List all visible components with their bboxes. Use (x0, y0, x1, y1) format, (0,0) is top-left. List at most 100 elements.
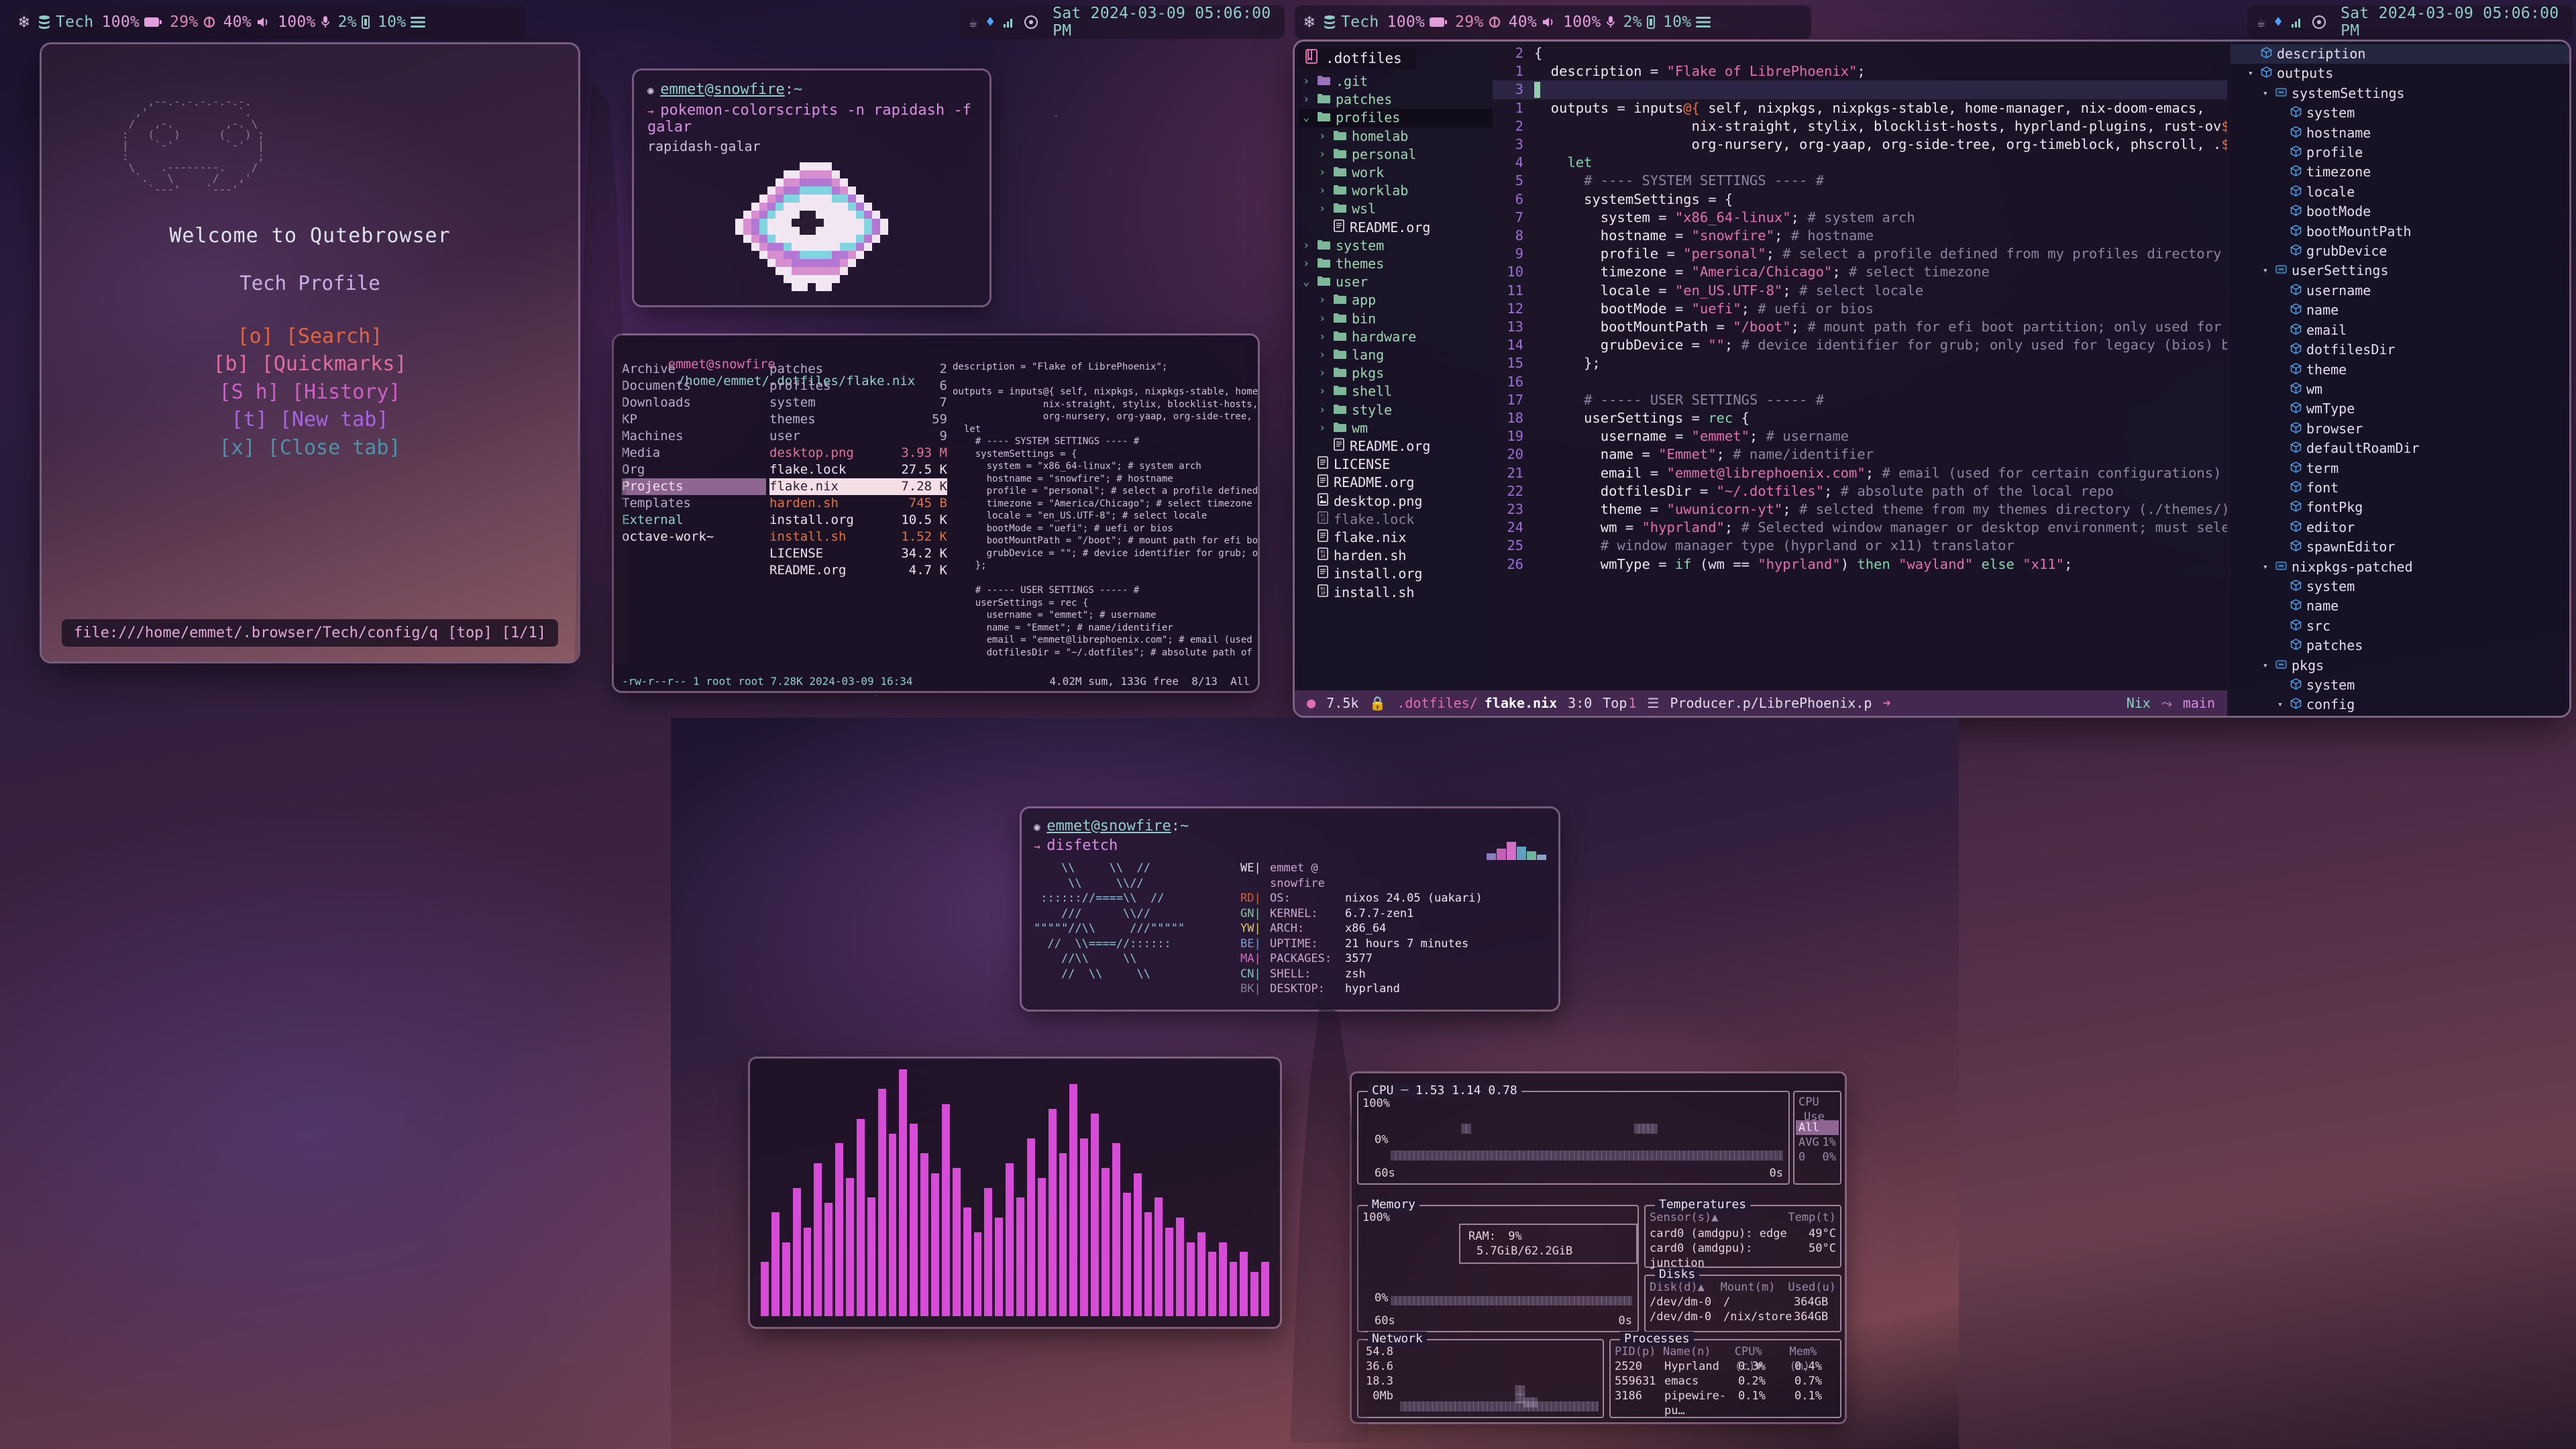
outline-item-system[interactable]: system (2231, 676, 2569, 695)
chevron-right-icon[interactable]: › (1319, 200, 1328, 218)
btop-process-row[interactable]: 2520 Hyprland 0.3% 0.4% (1615, 1359, 1836, 1374)
outline-item-bootMode[interactable]: bootMode (2231, 202, 2569, 221)
editor-outline-sidebar[interactable]: description ▾ outputs ▾ systemSettings system… (2231, 44, 2569, 715)
statusbar-left-monitor2[interactable]: ❄ Tech 100% 29% 40% 100% 2% 10% (1295, 5, 1811, 39)
tree-item-bin[interactable]: › bin (1299, 310, 1493, 328)
code-line[interactable]: 12 bootMode = "uefi"; # uefi or bios (1493, 300, 2227, 318)
code-line[interactable]: 10 timezone = "America/Chicago"; # selec… (1493, 263, 2227, 281)
ranger-file-row[interactable]: install.sh 1.52 K (769, 529, 947, 545)
code-lines[interactable]: 2{1 description = "Flake of LibrePhoenix… (1493, 44, 2227, 574)
ranger-file-row[interactable]: flake.lock 27.5 K (769, 462, 947, 478)
disk-indicator-2[interactable]: 10% (1663, 13, 1711, 31)
workspace-indicator-2[interactable]: Tech (1323, 13, 1379, 31)
outline-item-browser[interactable]: browser (2231, 419, 2569, 439)
tree-item-style[interactable]: › style (1299, 401, 1493, 419)
ranger-parent-item[interactable]: Templates (622, 495, 766, 512)
ranger-file-row[interactable]: user 9 (769, 428, 947, 445)
chevron-right-icon[interactable]: › (1319, 310, 1328, 328)
chevron-right-icon[interactable]: › (1303, 237, 1312, 255)
chevron-right-icon[interactable]: › (1319, 401, 1328, 419)
ranger-file-row[interactable]: system 7 (769, 394, 947, 411)
outline-item-term[interactable]: term (2231, 459, 2569, 478)
code-line[interactable]: 13 bootMountPath = "/boot"; # mount path… (1493, 318, 2227, 336)
btop-processes-box[interactable]: Processes PID(p) Name(n) CPU%(c)▼ Mem%(m… (1609, 1332, 1841, 1418)
mug-off-icon[interactable]: ☕ (969, 14, 978, 31)
ranger-parent-item[interactable]: Downloads (622, 394, 766, 411)
qute-link-row[interactable]: [t] [New tab] (42, 406, 578, 433)
tree-item-worklab[interactable]: › worklab (1299, 182, 1493, 200)
outline-item-config[interactable]: ▾ config (2231, 695, 2569, 714)
outline-item-patches[interactable]: patches (2231, 636, 2569, 655)
chevron-right-icon[interactable]: › (1319, 146, 1328, 164)
tree-item-README-org[interactable]: README.org (1299, 437, 1493, 455)
btop-cpu-box[interactable]: CPU ─ 1.53 1.14 0.78 100% 0% ▒▒▒▒▒▒▒▒▒▒▒… (1357, 1083, 1790, 1185)
tree-item-shell[interactable]: › shell (1299, 382, 1493, 400)
code-line[interactable]: 23 theme = "uwunicorn-yt"; # selcted the… (1493, 500, 2227, 519)
volume-indicator[interactable]: 40% (223, 13, 270, 31)
ranger-file-row[interactable]: patches 2 (769, 361, 947, 378)
outline-item-email[interactable]: email (2231, 321, 2569, 340)
code-line[interactable]: 9 profile = "personal"; # select a profi… (1493, 245, 2227, 263)
chevron-right-icon[interactable]: › (1319, 182, 1328, 200)
btop-window[interactable]: CPU ─ 1.53 1.14 0.78 100% 0% ▒▒▒▒▒▒▒▒▒▒▒… (1352, 1073, 1845, 1422)
code-line[interactable]: 11 locale = "en_US.UTF-8"; # select loca… (1493, 282, 2227, 300)
outline-item-description[interactable]: description (2231, 44, 2569, 64)
ranger-file-row[interactable]: harden.sh 745 B (769, 495, 947, 512)
chevron-right-icon[interactable]: › (1303, 91, 1312, 109)
ranger-parent-item[interactable]: Media (622, 445, 766, 462)
btop-temp-col-temp[interactable]: Temp(t) (1788, 1210, 1836, 1225)
tree-item-homelab[interactable]: › homelab (1299, 127, 1493, 146)
code-line[interactable]: 26 wmType = if (wm == "hyprland") then "… (1493, 555, 2227, 574)
outline-item-dotfilesDir[interactable]: dotfilesDir (2231, 340, 2569, 360)
code-line[interactable]: 8 hostname = "snowfire"; # hostname (1493, 227, 2227, 245)
memory-indicator[interactable]: 2% (338, 13, 370, 31)
ranger-current-column[interactable]: patches 2 profiles 6 system 7 themes 59 user 9 des… (769, 361, 947, 579)
outline-item-pkgs[interactable]: ▾ pkgs (2231, 656, 2569, 676)
outline-item-timezone[interactable]: timezone (2231, 162, 2569, 182)
chevron-right-icon[interactable]: › (1319, 291, 1328, 309)
outline-item-hostname[interactable]: hostname (2231, 123, 2569, 143)
volume-indicator-2[interactable]: 40% (1509, 13, 1555, 31)
chevron-down-icon[interactable]: ▾ (2263, 656, 2271, 676)
chevron-right-icon[interactable]: › (1319, 382, 1328, 400)
tree-item-system[interactable]: › system (1299, 237, 1493, 255)
qute-link-label[interactable]: [Search] (286, 325, 383, 348)
chevron-down-icon[interactable]: ▾ (2263, 261, 2271, 280)
tree-item-wm[interactable]: › wm (1299, 419, 1493, 437)
disfetch-terminal-window[interactable]: ◉ emmet@snowfire:~ → disfetch \\ \\ // \… (1022, 808, 1558, 1010)
qute-link-row[interactable]: [b] [Quickmarks] (42, 350, 578, 378)
btop-disks-box[interactable]: Disks Disk(d)▲ Mount(m) Used(u) /dev/dm-… (1644, 1267, 1841, 1332)
qute-link-row[interactable]: [o] [Search] (42, 323, 578, 350)
tree-item-harden-sh[interactable]: 01 10 harden.sh (1299, 547, 1493, 565)
outline-item-username[interactable]: username (2231, 281, 2569, 301)
qute-link-row[interactable]: [x] [Close tab] (42, 434, 578, 462)
battery-indicator[interactable]: 100% (102, 13, 162, 31)
btop-disks-col-disk[interactable]: Disk(d)▲ (1650, 1280, 1721, 1295)
pokemon-terminal-window[interactable]: ◉ emmet@snowfire:~ → pokemon-colorscript… (634, 70, 989, 305)
wifi-signal-icon[interactable] (1003, 16, 1016, 28)
outline-item-spawnEditor[interactable]: spawnEditor (2231, 537, 2569, 557)
code-line[interactable]: 21 email = "emmet@librephoenix.com"; # e… (1493, 464, 2227, 482)
code-line[interactable]: 24 wm = "hyprland"; # Selected window ma… (1493, 519, 2227, 537)
ranger-file-row[interactable]: desktop.png 3.93 M (769, 445, 947, 462)
qute-link-row[interactable]: [S h] [History] (42, 378, 578, 406)
nixos-snowflake-icon-2[interactable]: ❄ (1304, 12, 1315, 32)
ranger-parent-item[interactable]: Projects (622, 478, 766, 495)
code-line[interactable]: 2 nix-straight, stylix, blocklist-hosts,… (1493, 117, 2227, 136)
chevron-right-icon[interactable]: › (1319, 328, 1328, 346)
btop-memory-box[interactable]: Memory 100% 0% RAM: 9% 5.7GiB/62.2GiB ▒▒… (1357, 1197, 1639, 1332)
editor-file-tree[interactable]: .dotfiles › .git › patches ⌄ profiles › homelab… (1295, 42, 1493, 690)
mug-off-icon-2[interactable]: ☕ (2257, 14, 2266, 31)
tree-item-user[interactable]: ⌄ user (1299, 273, 1493, 291)
ranger-file-row[interactable]: flake.nix 7.28 K (769, 478, 947, 495)
tree-item-patches[interactable]: › patches (1299, 91, 1493, 109)
btop-temperatures-box[interactable]: Temperatures Sensor(s)▲ Temp(t) card0 (a… (1644, 1197, 1841, 1270)
outline-item-defaultRoamDir[interactable]: defaultRoamDir (2231, 439, 2569, 458)
bluetooth-icon-2[interactable]: ♦ (2274, 14, 2284, 31)
code-line[interactable]: 25 # window manager type (hyprland or x1… (1493, 537, 2227, 555)
ranger-file-row[interactable]: README.org 4.7 K (769, 562, 947, 579)
chevron-down-icon[interactable]: ▾ (2263, 557, 2271, 577)
ranger-parent-item[interactable]: External (622, 512, 766, 529)
statusbar-right-monitor1[interactable]: ☕ ♦ Sat 2024-03-09 05:06:00 PM (959, 5, 1285, 40)
btop-temp-col-sensor[interactable]: Sensor(s)▲ (1650, 1210, 1718, 1225)
